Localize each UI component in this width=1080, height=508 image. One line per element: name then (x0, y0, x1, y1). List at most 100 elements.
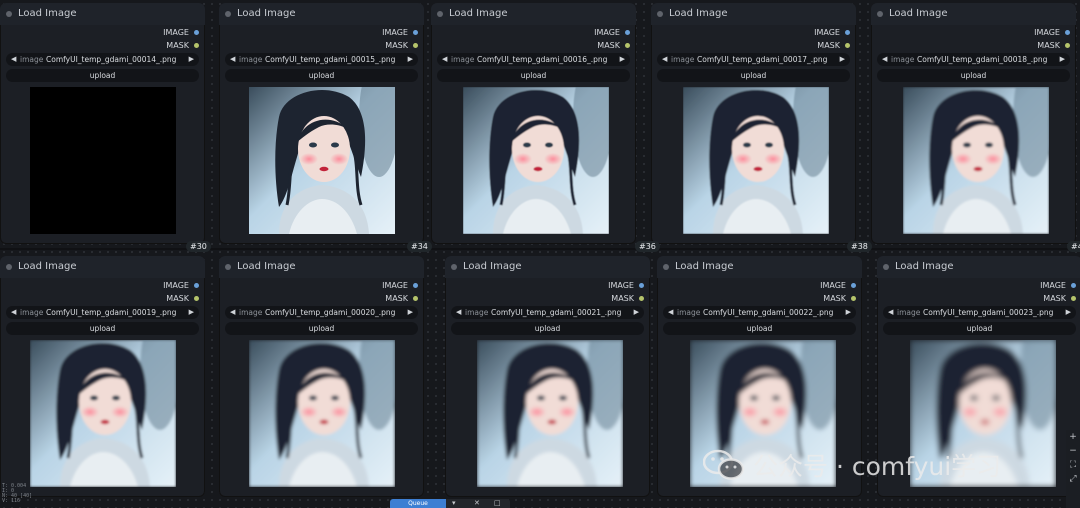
output-mask[interactable]: MASK (823, 294, 856, 303)
node-title-bar[interactable]: Load Image (657, 256, 862, 278)
image-combo-widget[interactable]: ◀ image ComfyUI_temp_gdami_00019_.png ▶ (6, 306, 199, 319)
prev-arrow-icon[interactable]: ◀ (882, 53, 887, 66)
upload-button[interactable]: upload (657, 69, 850, 82)
output-image[interactable]: IMAGE (1040, 281, 1076, 290)
load-image-node[interactable]: Load Image IMAGE MASK ◀ image ComfyUI_te… (431, 3, 636, 244)
prev-arrow-icon[interactable]: ◀ (230, 306, 235, 319)
output-mask[interactable]: MASK (1043, 294, 1076, 303)
output-image[interactable]: IMAGE (814, 28, 850, 37)
output-image[interactable]: IMAGE (163, 281, 199, 290)
output-slot-icon[interactable] (1071, 296, 1076, 301)
next-arrow-icon[interactable]: ▶ (1060, 53, 1065, 66)
output-slot-icon[interactable] (413, 43, 418, 48)
output-mask[interactable]: MASK (385, 294, 418, 303)
next-arrow-icon[interactable]: ▶ (408, 306, 413, 319)
prev-arrow-icon[interactable]: ◀ (442, 53, 447, 66)
output-slot-icon[interactable] (413, 30, 418, 35)
image-combo-widget[interactable]: ◀ image ComfyUI_temp_gdami_00017_.png ▶ (657, 53, 850, 66)
node-title-bar[interactable]: Load Image (431, 3, 636, 25)
node-title-bar[interactable]: Load Image (0, 256, 205, 278)
image-combo-widget[interactable]: ◀ image ComfyUI_temp_gdami_00020_.png ▶ (225, 306, 418, 319)
collapse-dot-icon[interactable] (6, 264, 12, 270)
output-slot-icon[interactable] (1065, 43, 1070, 48)
output-slot-icon[interactable] (194, 296, 199, 301)
load-image-node[interactable]: Load Image IMAGE MASK ◀ image ComfyUI_te… (0, 3, 205, 244)
node-title-bar[interactable]: Load Image (877, 256, 1080, 278)
output-slot-icon[interactable] (413, 296, 418, 301)
collapse-dot-icon[interactable] (225, 264, 231, 270)
output-slot-icon[interactable] (639, 283, 644, 288)
upload-button[interactable]: upload (225, 69, 418, 82)
next-arrow-icon[interactable]: ▶ (1066, 306, 1071, 319)
load-image-node[interactable]: Load Image IMAGE MASK ◀ image ComfyUI_te… (651, 3, 856, 244)
upload-button[interactable]: upload (6, 69, 199, 82)
image-combo-widget[interactable]: ◀ image ComfyUI_temp_gdami_00015_.png ▶ (225, 53, 418, 66)
load-image-node[interactable]: Load Image IMAGE MASK ◀ image ComfyUI_te… (871, 3, 1076, 244)
collapse-dot-icon[interactable] (877, 11, 883, 17)
next-arrow-icon[interactable]: ▶ (189, 306, 194, 319)
node-title-bar[interactable]: Load Image (651, 3, 856, 25)
fullscreen-button[interactable]: ⤢ (1066, 472, 1080, 486)
prev-arrow-icon[interactable]: ◀ (456, 306, 461, 319)
load-image-node[interactable]: Load Image IMAGE MASK ◀ image ComfyUI_te… (0, 256, 205, 497)
image-combo-widget[interactable]: ◀ image ComfyUI_temp_gdami_00021_.png ▶ (451, 306, 644, 319)
next-arrow-icon[interactable]: ▶ (408, 53, 413, 66)
output-image[interactable]: IMAGE (382, 28, 418, 37)
output-slot-icon[interactable] (413, 283, 418, 288)
prev-arrow-icon[interactable]: ◀ (668, 306, 673, 319)
node-title-bar[interactable]: Load Image (871, 3, 1076, 25)
queue-button[interactable]: Queue (390, 499, 446, 508)
upload-button[interactable]: upload (883, 322, 1076, 335)
zoom-out-button[interactable]: − (1066, 444, 1080, 458)
upload-button[interactable]: upload (877, 69, 1070, 82)
output-slot-icon[interactable] (845, 43, 850, 48)
prev-arrow-icon[interactable]: ◀ (888, 306, 893, 319)
next-arrow-icon[interactable]: ▶ (846, 306, 851, 319)
output-mask[interactable]: MASK (817, 41, 850, 50)
output-image[interactable]: IMAGE (820, 281, 856, 290)
output-slot-icon[interactable] (1065, 30, 1070, 35)
upload-button[interactable]: upload (437, 69, 630, 82)
collapse-dot-icon[interactable] (883, 264, 889, 270)
node-title-bar[interactable]: Load Image (219, 256, 424, 278)
close-icon[interactable]: ✕ (474, 499, 480, 508)
zoom-in-button[interactable]: + (1066, 430, 1080, 444)
output-slot-icon[interactable] (845, 30, 850, 35)
output-slot-icon[interactable] (194, 43, 199, 48)
output-slot-icon[interactable] (1071, 283, 1076, 288)
prev-arrow-icon[interactable]: ◀ (230, 53, 235, 66)
output-mask[interactable]: MASK (611, 294, 644, 303)
next-arrow-icon[interactable]: ▶ (620, 53, 625, 66)
output-slot-icon[interactable] (194, 283, 199, 288)
chevron-icon[interactable]: ▾ (452, 499, 456, 508)
output-mask[interactable]: MASK (597, 41, 630, 50)
collapse-dot-icon[interactable] (6, 11, 12, 17)
output-mask[interactable]: MASK (166, 41, 199, 50)
output-slot-icon[interactable] (639, 296, 644, 301)
output-mask[interactable]: MASK (1037, 41, 1070, 50)
image-combo-widget[interactable]: ◀ image ComfyUI_temp_gdami_00023_.png ▶ (883, 306, 1076, 319)
prev-arrow-icon[interactable]: ◀ (11, 53, 16, 66)
fit-view-button[interactable]: ⛶ (1066, 458, 1080, 472)
image-combo-widget[interactable]: ◀ image ComfyUI_temp_gdami_00022_.png ▶ (663, 306, 856, 319)
node-title-bar[interactable]: Load Image (219, 3, 424, 25)
load-image-node[interactable]: Load Image IMAGE MASK ◀ image ComfyUI_te… (219, 256, 424, 497)
square-icon[interactable]: □ (494, 499, 501, 508)
upload-button[interactable]: upload (225, 322, 418, 335)
load-image-node[interactable]: Load Image IMAGE MASK ◀ image ComfyUI_te… (219, 3, 424, 244)
collapse-dot-icon[interactable] (657, 11, 663, 17)
collapse-dot-icon[interactable] (451, 264, 457, 270)
output-image[interactable]: IMAGE (1034, 28, 1070, 37)
output-mask[interactable]: MASK (166, 294, 199, 303)
output-slot-icon[interactable] (851, 283, 856, 288)
prev-arrow-icon[interactable]: ◀ (11, 306, 16, 319)
node-title-bar[interactable]: Load Image (445, 256, 650, 278)
workflow-canvas[interactable]: Load Image IMAGE MASK ◀ image ComfyUI_te… (0, 0, 1080, 508)
output-image[interactable]: IMAGE (382, 281, 418, 290)
collapse-dot-icon[interactable] (437, 11, 443, 17)
upload-button[interactable]: upload (663, 322, 856, 335)
upload-button[interactable]: upload (451, 322, 644, 335)
next-arrow-icon[interactable]: ▶ (840, 53, 845, 66)
output-slot-icon[interactable] (625, 43, 630, 48)
next-arrow-icon[interactable]: ▶ (189, 53, 194, 66)
